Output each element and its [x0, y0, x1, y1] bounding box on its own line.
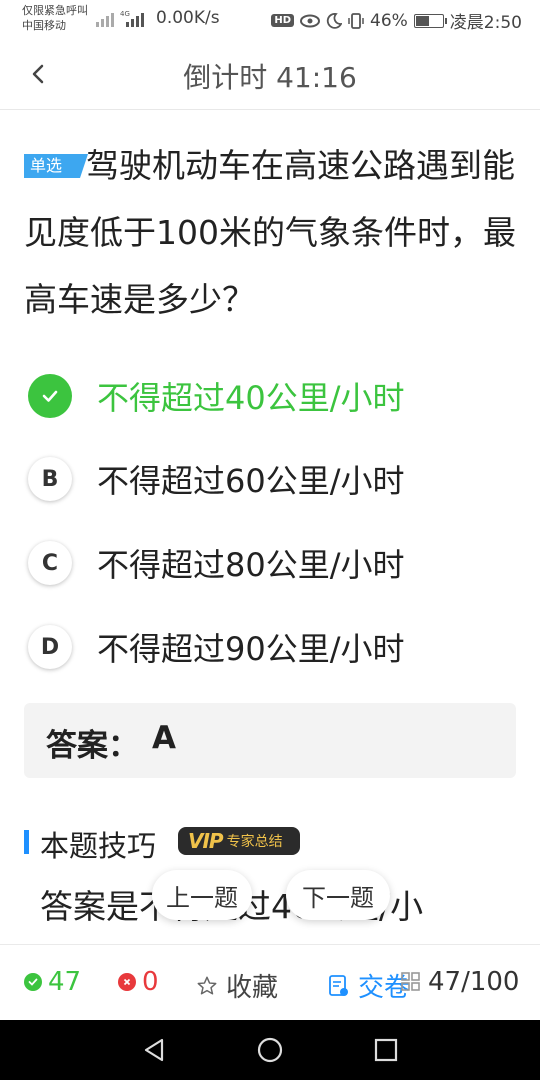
- vip-text: 专家总结: [226, 834, 283, 850]
- vip-badge[interactable]: VIP 专家总结: [178, 827, 300, 855]
- section-marker: [24, 830, 29, 854]
- option-b-letter: B: [28, 457, 72, 501]
- answer-label: 答案：: [46, 728, 139, 764]
- battery-icon: [413, 13, 447, 28]
- battery-percent: 46%: [370, 10, 408, 31]
- tips-title: 本题技巧: [40, 829, 157, 863]
- system-navigation-bar: [0, 1020, 540, 1080]
- star-icon: [197, 976, 217, 995]
- vip-logo: VIP: [188, 829, 224, 853]
- grid-icon: [401, 972, 420, 991]
- correct-count-value: 47: [48, 967, 82, 997]
- header: 倒计时 41:16: [0, 38, 540, 110]
- wrong-count-value: 0: [142, 967, 159, 997]
- answer-box: 答案： A: [24, 703, 516, 778]
- option-d[interactable]: D 不得超过90公里/小时: [28, 622, 508, 672]
- option-c-text: 不得超过80公里/小时: [97, 546, 405, 584]
- countdown-title: 倒计时 41:16: [183, 61, 357, 94]
- carrier-line-1: 仅限紧急呼叫: [22, 4, 88, 17]
- question: 单选 驾驶机动车在高速公路遇到能见度低于100米的气象条件时，最高车速是多少？: [24, 132, 516, 333]
- carrier-line-2: 中国移动: [22, 19, 66, 32]
- clock: 凌晨2:50: [449, 13, 522, 33]
- option-b[interactable]: B 不得超过60公里/小时: [28, 454, 508, 504]
- progress-value: 47/100: [428, 967, 520, 997]
- question-type-tag: 单选: [24, 154, 88, 178]
- option-d-letter: D: [28, 625, 72, 669]
- back-triangle-icon[interactable]: [140, 1036, 168, 1064]
- correct-count[interactable]: 47: [24, 967, 81, 997]
- vibrate-icon: [348, 12, 364, 29]
- check-icon: [28, 374, 72, 418]
- question-text: 驾驶机动车在高速公路遇到能见度低于100米的气象条件时，最高车速是多少？: [24, 146, 516, 319]
- recents-square-icon[interactable]: [372, 1036, 400, 1064]
- wrong-count[interactable]: 0: [118, 967, 159, 997]
- option-b-text: 不得超过60公里/小时: [97, 462, 405, 500]
- svg-text:4G: 4G: [120, 10, 130, 18]
- option-a-text: 不得超过40公里/小时: [97, 379, 405, 417]
- option-d-text: 不得超过90公里/小时: [97, 630, 405, 668]
- submit-paper-icon: [329, 974, 348, 996]
- home-circle-icon[interactable]: [256, 1036, 284, 1064]
- status-icons: HD 46% 凌晨2:50: [271, 8, 522, 33]
- prev-question-button[interactable]: 上一题: [152, 870, 252, 920]
- status-bar: 仅限紧急呼叫 中国移动 4G 0.00K/s HD 46% 凌晨2:50: [0, 0, 540, 38]
- eye-icon: [300, 14, 321, 27]
- correct-check-icon: [24, 973, 42, 991]
- wrong-x-icon: [118, 973, 136, 991]
- option-c[interactable]: C 不得超过80公里/小时: [28, 538, 508, 588]
- moon-icon: [326, 12, 343, 29]
- favorite-label: 收藏: [226, 973, 279, 1003]
- signal-icon: 4G: [96, 10, 144, 27]
- favorite-button[interactable]: 收藏: [196, 967, 278, 1004]
- option-c-letter: C: [28, 541, 72, 585]
- submit-button[interactable]: 交卷: [328, 967, 410, 1004]
- bottom-toolbar: 47 0 收藏 交卷 47/100: [0, 944, 540, 1020]
- battery-fill: [415, 15, 429, 26]
- hd-icon: HD: [271, 14, 295, 27]
- next-question-button[interactable]: 下一题: [286, 870, 390, 920]
- carrier-info: 仅限紧急呼叫 中国移动: [22, 3, 88, 33]
- network-speed: 0.00K/s: [156, 8, 220, 28]
- answer-value: A: [152, 720, 176, 756]
- progress-indicator[interactable]: 47/100: [400, 967, 519, 997]
- option-a[interactable]: 不得超过40公里/小时: [28, 371, 508, 421]
